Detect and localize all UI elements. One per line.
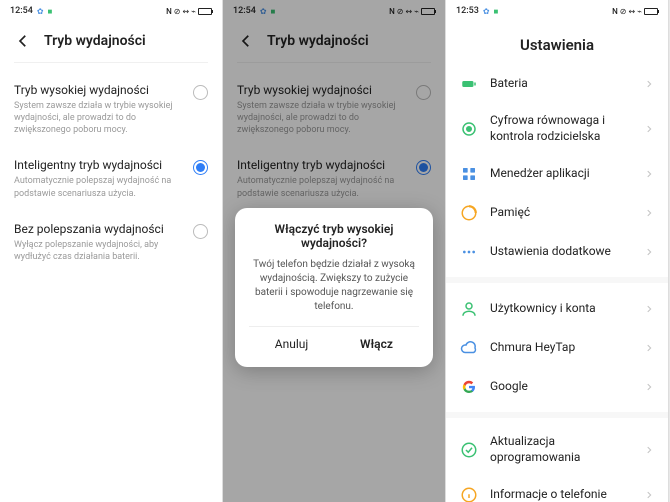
status-right: N ⊘ ↭ ⌁ (612, 7, 642, 16)
row-label: Chmura HeyTap (490, 340, 632, 356)
chevron-right-icon (644, 485, 654, 502)
battery-icon (644, 8, 658, 15)
status-right: N ⊘ ↭ ⌁ (166, 7, 196, 16)
radio-icon[interactable] (193, 160, 208, 175)
settings-row-cloud[interactable]: Chmura HeyTap (460, 328, 654, 367)
option-desc: Automatycznie polepszaj wydajność na pod… (14, 175, 185, 199)
status-dot-icon: ✿ (483, 7, 490, 16)
settings-row-digital-balance[interactable]: Cyfrowa równowaga i kontrola rodzicielsk… (460, 103, 654, 154)
settings-row-google[interactable]: Google (460, 367, 654, 406)
info-icon (460, 486, 478, 502)
option-no-boost[interactable]: Bez polepszania wydajności Wyłącz poleps… (14, 212, 208, 275)
confirm-dialog: Włączyć tryb wysokiej wydajności? Twój t… (235, 208, 433, 367)
additional-icon (460, 243, 478, 261)
row-label: Menedżer aplikacji (490, 166, 632, 182)
row-label: Użytkownicy i konta (490, 301, 632, 317)
chevron-right-icon (644, 74, 654, 93)
dialog-title: Włączyć tryb wysokiej wydajności? (249, 222, 419, 250)
chevron-right-icon (644, 338, 654, 357)
header: Ustawienia (446, 22, 668, 64)
header: Tryb wydajności (0, 22, 222, 58)
settings-row-memory[interactable]: Pamięć (460, 193, 654, 232)
row-label: Pamięć (490, 205, 632, 221)
chevron-right-icon (644, 440, 654, 459)
wellbeing-icon (460, 120, 478, 138)
chevron-right-icon (644, 377, 654, 396)
chevron-right-icon (644, 203, 654, 222)
chevron-right-icon (644, 242, 654, 261)
cancel-button[interactable]: Anuluj (249, 327, 334, 361)
screen-performance-mode-dialog: 12:54 ✿ ■ N ⊘ ↭ ⌁ Tryb wydajności Tryb w… (223, 0, 446, 502)
page-title: Tryb wydajności (44, 33, 146, 49)
option-desc: System zawsze działa w trybie wysokiej w… (14, 100, 185, 136)
divider (14, 62, 208, 63)
group-divider (446, 412, 668, 418)
status-dot2-icon: ■ (48, 7, 53, 16)
option-smart-performance[interactable]: Inteligentny tryb wydajności Automatyczn… (14, 148, 208, 211)
status-time: 12:53 (456, 6, 479, 16)
settings-row-additional[interactable]: Ustawienia dodatkowe (460, 232, 654, 271)
back-icon[interactable] (14, 32, 32, 50)
settings-row-app-manager[interactable]: Menedżer aplikacji (460, 154, 654, 193)
radio-icon[interactable] (193, 85, 208, 100)
row-label: Informacje o telefonie (490, 487, 632, 502)
battery-icon (198, 8, 212, 15)
settings-row-users[interactable]: Użytkownicy i konta (460, 289, 654, 328)
group-divider (446, 277, 668, 283)
apps-icon (460, 165, 478, 183)
row-label: Google (490, 379, 632, 395)
screen-performance-mode: 12:54 ✿ ■ N ⊘ ↭ ⌁ Tryb wydajności Tryb w… (0, 0, 223, 502)
radio-icon[interactable] (193, 224, 208, 239)
chevron-right-icon (644, 119, 654, 138)
status-dot2-icon: ■ (494, 7, 499, 16)
chevron-right-icon (644, 164, 654, 183)
battery-row-icon (460, 75, 478, 93)
option-title: Bez polepszania wydajności (14, 222, 185, 236)
google-icon (460, 378, 478, 396)
option-title: Tryb wysokiej wydajności (14, 83, 185, 97)
row-label: Bateria (490, 76, 632, 92)
cloud-icon (460, 339, 478, 357)
option-title: Inteligentny tryb wydajności (14, 158, 185, 172)
status-bar: 12:54 ✿ ■ N ⊘ ↭ ⌁ (0, 0, 222, 22)
confirm-button[interactable]: Włącz (334, 327, 419, 361)
option-high-performance[interactable]: Tryb wysokiej wydajności System zawsze d… (14, 73, 208, 148)
dialog-body: Twój telefon będzie działał z wysoką wyd… (249, 258, 419, 314)
settings-row-update[interactable]: Aktualizacja oprogramowania (460, 424, 654, 475)
page-title: Ustawienia (520, 36, 594, 54)
settings-row-about[interactable]: Informacje o telefonie (460, 475, 654, 502)
option-desc: Wyłącz polepszanie wydajności, aby wydłu… (14, 239, 185, 263)
status-bar: 12:53 ✿ ■ N ⊘ ↭ ⌁ (446, 0, 668, 22)
row-label: Cyfrowa równowaga i kontrola rodzicielsk… (490, 113, 632, 144)
chevron-right-icon (644, 299, 654, 318)
memory-icon (460, 204, 478, 222)
update-icon (460, 441, 478, 459)
settings-row-battery[interactable]: Bateria (460, 64, 654, 103)
user-icon (460, 300, 478, 318)
screen-settings: 12:53 ✿ ■ N ⊘ ↭ ⌁ Ustawienia Bateria Cyf… (446, 0, 669, 502)
row-label: Aktualizacja oprogramowania (490, 434, 632, 465)
status-dot-icon: ✿ (37, 7, 44, 16)
status-time: 12:54 (10, 6, 33, 16)
row-label: Ustawienia dodatkowe (490, 244, 632, 260)
